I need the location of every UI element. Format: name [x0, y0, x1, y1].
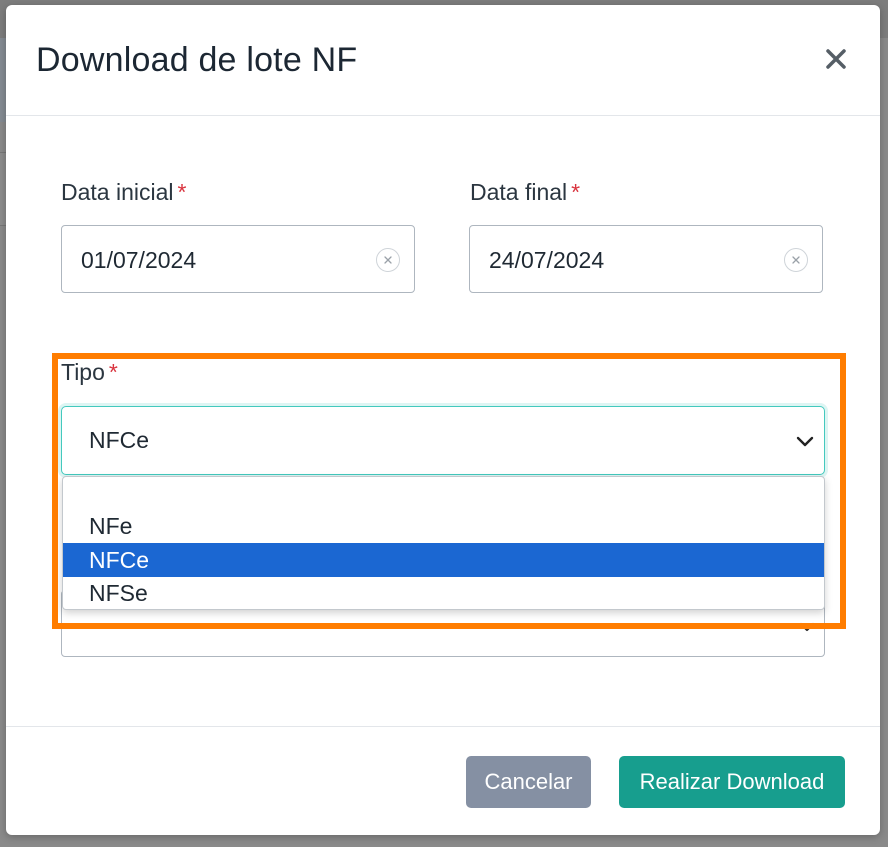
chevron-down-icon [796, 436, 814, 447]
type-dropdown-list: NFe NFCe NFSe [62, 476, 825, 610]
end-date-label: Data final * [470, 179, 580, 206]
option-nfse[interactable]: NFSe [63, 577, 824, 609]
start-date-input[interactable] [81, 244, 361, 276]
option-nfce[interactable]: NFCe [63, 543, 824, 577]
required-mark: * [177, 179, 187, 205]
start-date-label-text: Data inicial [61, 179, 174, 205]
close-icon [826, 49, 846, 69]
close-button[interactable] [818, 41, 854, 77]
type-select-value: NFCe [89, 427, 150, 453]
start-date-label: Data inicial * [61, 179, 186, 206]
required-mark: * [571, 179, 581, 205]
required-mark: * [108, 359, 118, 385]
clear-icon [792, 256, 800, 264]
type-label-text: Tipo [61, 359, 105, 385]
modal-title: Download de lote NF [36, 41, 358, 79]
clear-icon [384, 256, 392, 264]
cancel-button[interactable]: Cancelar [466, 756, 591, 808]
end-date-clear-button[interactable] [784, 248, 808, 272]
modal-header: Download de lote NF [6, 5, 880, 116]
download-batch-modal: Download de lote NF Data inicial* Data f… [6, 5, 880, 835]
option-nfe[interactable]: NFe [63, 509, 824, 543]
modal-footer-divider [6, 726, 880, 727]
start-date-clear-button[interactable] [376, 248, 400, 272]
download-button[interactable]: Realizar Download [619, 756, 845, 808]
type-label: Tipo * [61, 359, 118, 386]
type-select[interactable]: NFCe [61, 406, 825, 475]
end-date-label-text: Data final [470, 179, 568, 205]
end-date-input[interactable] [489, 244, 769, 276]
start-date-field[interactable] [61, 225, 415, 293]
end-date-field[interactable] [469, 225, 823, 293]
chevron-down-icon [799, 622, 815, 632]
